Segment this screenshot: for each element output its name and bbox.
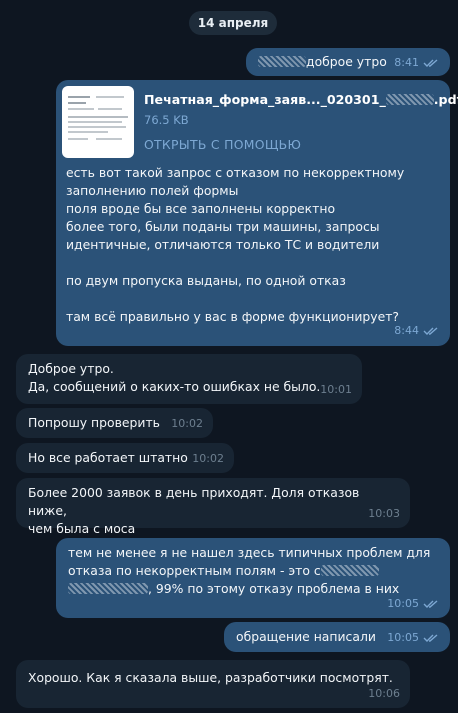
message-incoming[interactable]: Попрошу проверить 10:02 — [16, 408, 213, 438]
message-outgoing[interactable]: тем не менее я не нашел здесь типичных п… — [56, 538, 450, 618]
message-meta: 10:02 — [171, 415, 203, 433]
date-separator: 14 апреля — [189, 11, 277, 35]
message-meta: 10:02 — [192, 450, 224, 468]
message-outgoing[interactable]: обращение написали 10:05 — [224, 622, 450, 652]
message-incoming[interactable]: Но все работает штатно 10:02 — [16, 443, 234, 473]
message-incoming[interactable]: Доброе утро. Да, сообщений о каких-то ош… — [16, 354, 362, 404]
message-time: 10:05 — [387, 631, 419, 644]
message-time: 10:02 — [171, 417, 203, 430]
pdf-file-icon[interactable] — [62, 86, 134, 158]
message-time: 10:02 — [192, 452, 224, 465]
message-time: 10:06 — [368, 687, 400, 700]
double-check-icon — [423, 59, 438, 67]
file-size: 76.5 KB — [144, 113, 189, 127]
message-time: 10:05 — [387, 597, 419, 610]
message-outgoing[interactable]: доброе утро 8:41 — [246, 48, 450, 76]
message-incoming[interactable]: Хорошо. Как я сказала выше, разработчики… — [16, 660, 410, 708]
double-check-icon — [423, 634, 438, 642]
message-meta: 8:44 — [394, 322, 440, 340]
redacted-id — [385, 94, 434, 105]
message-meta: 8:41 — [394, 54, 440, 72]
message-text: Да, сообщений о каких-то ошибках не было… — [28, 379, 321, 394]
redacted-name — [258, 56, 306, 67]
redacted-name — [320, 565, 379, 576]
message-meta: 10:03 — [368, 505, 400, 523]
redacted-name — [68, 583, 148, 594]
message-incoming[interactable]: Более 2000 заявок в день приходят. Доля … — [16, 478, 410, 536]
message-text: тем не менее я не нашел здесь типичных п… — [68, 545, 431, 560]
message-text: чем была с моса — [28, 521, 136, 536]
message-meta: 10:05 — [387, 595, 440, 613]
message-time: 8:44 — [394, 324, 419, 337]
message-text: доброе утро — [306, 54, 387, 69]
chat-history: 14 апреля доброе утро 8:41 Печатная_форм… — [0, 0, 458, 713]
message-text: , 99% по этому отказу проблема в них — [68, 580, 438, 598]
message-text: Доброе утро. — [28, 361, 114, 376]
message-text: есть вот такой запрос с отказом по некор… — [66, 165, 405, 324]
message-time: 10:03 — [368, 507, 400, 520]
message-text: отказа по некорректным полям - это с — [68, 562, 438, 580]
double-check-icon — [423, 327, 438, 335]
message-text: Более 2000 заявок в день приходят. Доля … — [28, 485, 360, 518]
open-with-button[interactable]: ОТКРЫТЬ С ПОМОЩЬЮ — [144, 136, 301, 154]
double-check-icon — [423, 600, 438, 608]
message-meta: 10:06 — [368, 685, 400, 703]
message-text: Хорошо. Как я сказала выше, разработчики… — [28, 670, 393, 685]
message-time: 8:41 — [394, 56, 419, 69]
message-meta: 10:05 — [387, 629, 440, 647]
message-meta: 10:01 — [320, 381, 352, 399]
message-outgoing-file[interactable]: Печатная_форма_заяв..._020301_.pdf 76.5 … — [56, 80, 458, 346]
file-name[interactable]: Печатная_форма_заяв..._020301_.pdf — [144, 91, 458, 109]
message-time: 10:01 — [320, 383, 352, 396]
